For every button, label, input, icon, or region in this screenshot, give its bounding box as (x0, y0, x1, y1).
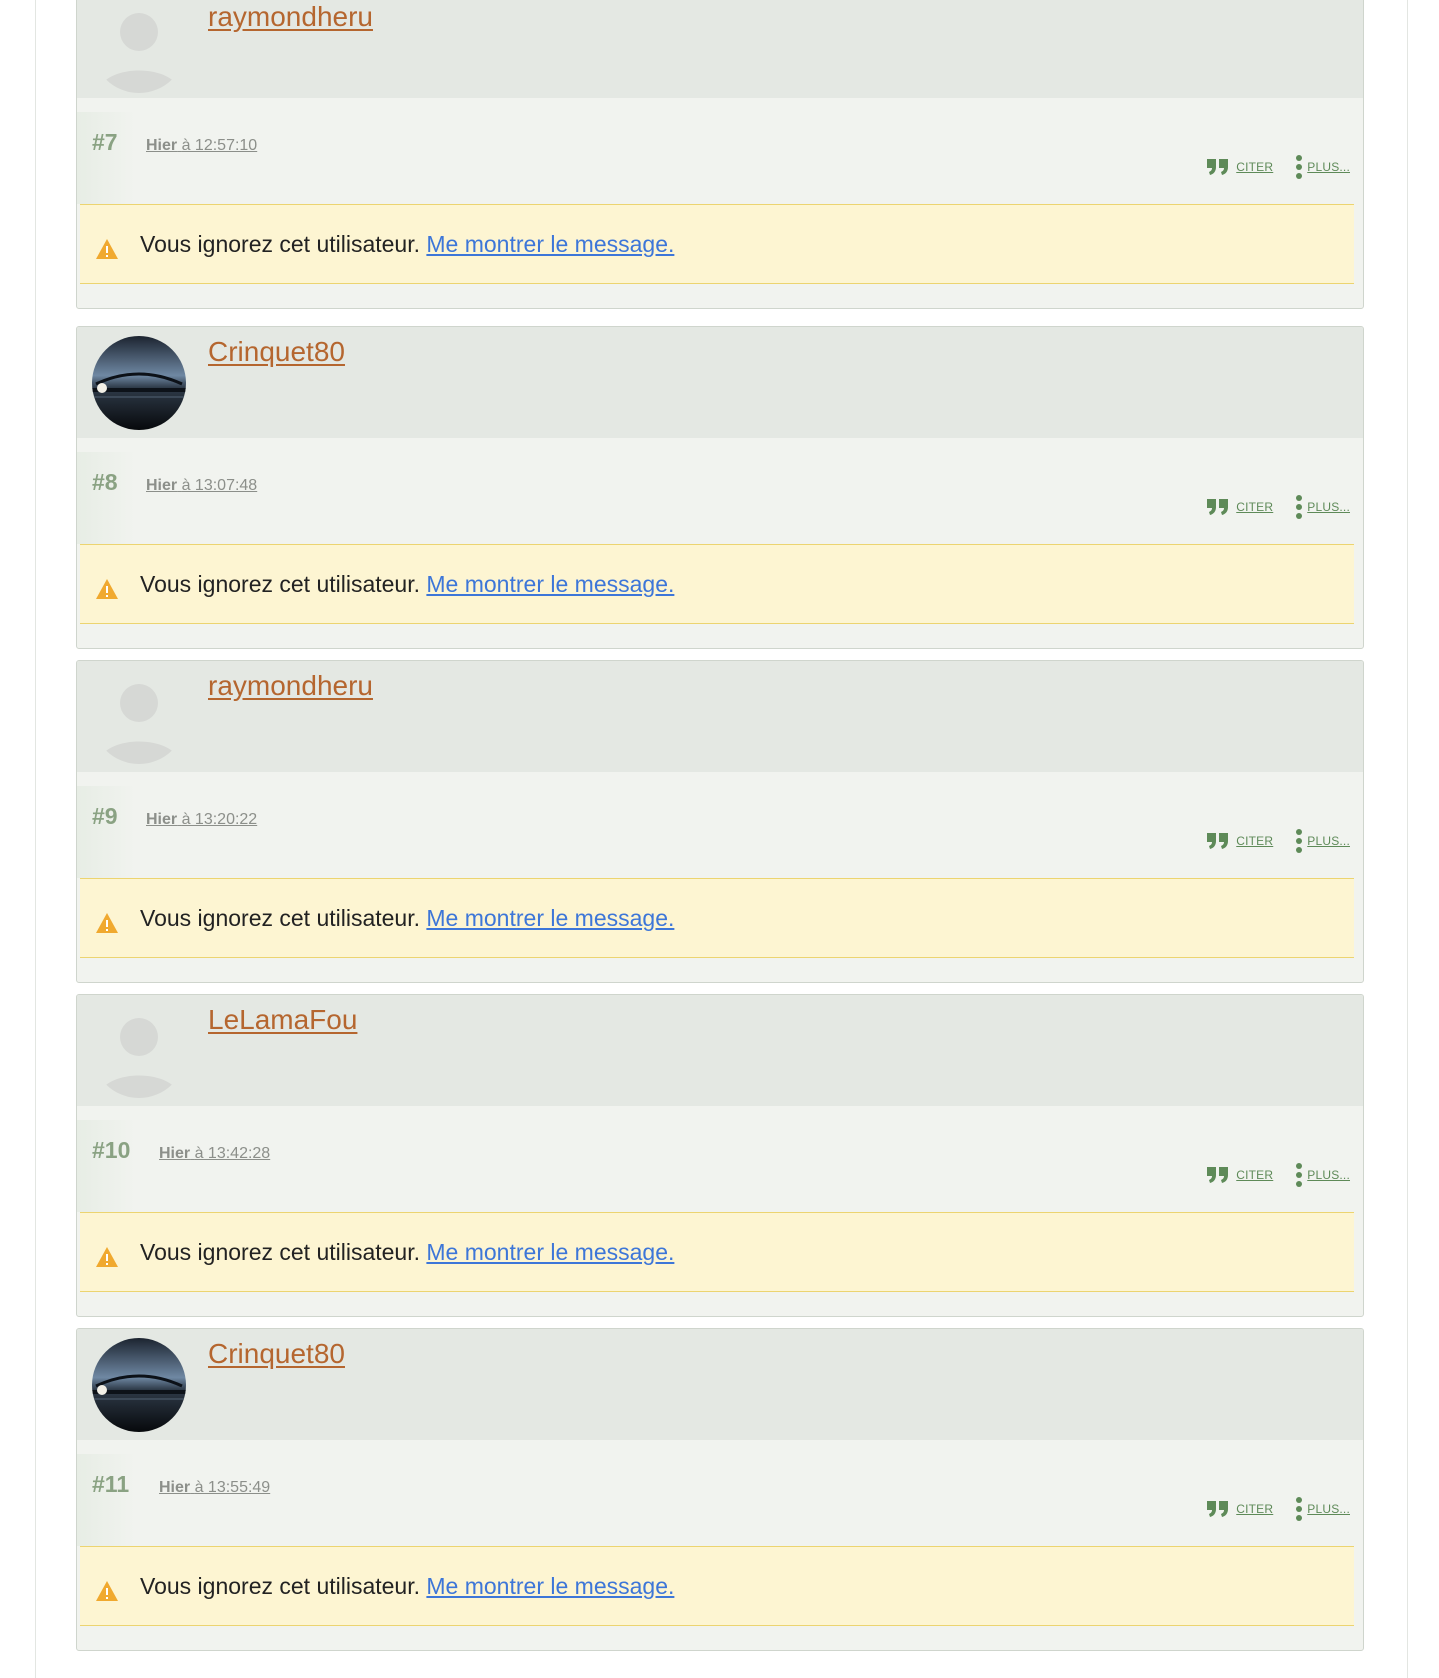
ignored-notice: Vous ignorez cet utilisateur. Me montrer… (80, 204, 1354, 284)
quote-icon (1207, 1501, 1229, 1517)
more-vertical-icon (1296, 1163, 1303, 1187)
post-number[interactable]: #7 (92, 128, 118, 156)
post-date-link[interactable]: Hier à 12:57:10 (146, 136, 257, 156)
quote-button[interactable]: CITER (1206, 1166, 1273, 1184)
quote-icon (1207, 499, 1229, 515)
username-link[interactable]: raymondheru (208, 0, 373, 34)
post-date-link[interactable]: Hier à 13:42:28 (159, 1144, 270, 1164)
username-link[interactable]: Crinquet80 (208, 335, 345, 369)
more-button[interactable]: PLUS... (1273, 494, 1350, 520)
more-vertical-icon (1296, 829, 1303, 853)
avatar-default[interactable] (92, 1004, 186, 1098)
more-vertical-icon (1296, 155, 1303, 179)
post-meta: #11 Hier à 13:55:49 CITER PLUS... (77, 1440, 1363, 1546)
post-actions: CITER PLUS... (1206, 1162, 1350, 1188)
quote-icon (1207, 833, 1229, 849)
post-meta: #7 Hier à 12:57:10 CITER PLUS... (77, 98, 1363, 204)
post-header: Crinquet80 (77, 1329, 1363, 1440)
warning-icon (96, 913, 118, 933)
post-actions: CITER PLUS... (1206, 494, 1350, 520)
ignored-notice: Vous ignorez cet utilisateur. Me montrer… (80, 1212, 1354, 1292)
post-number[interactable]: #11 (92, 1470, 129, 1498)
quote-button[interactable]: CITER (1206, 158, 1273, 176)
post-actions: CITER PLUS... (1206, 154, 1350, 180)
post: Crinquet80 #8 Hier à 13:07:48 CITER PLUS… (76, 326, 1364, 649)
avatar-default[interactable] (92, 670, 186, 764)
quote-button[interactable]: CITER (1206, 498, 1273, 516)
post: Crinquet80 #11 Hier à 13:55:49 CITER PLU… (76, 1328, 1364, 1651)
post-number[interactable]: #10 (92, 1136, 130, 1164)
ignored-notice-text: Vous ignorez cet utilisateur. (140, 1573, 420, 1599)
post-actions: CITER PLUS... (1206, 828, 1350, 854)
more-button[interactable]: PLUS... (1273, 1162, 1350, 1188)
quote-icon (1207, 1167, 1229, 1183)
post-date-link[interactable]: Hier à 13:20:22 (146, 810, 257, 830)
post-meta: #8 Hier à 13:07:48 CITER PLUS... (77, 438, 1363, 544)
post-date-link[interactable]: Hier à 13:07:48 (146, 476, 257, 496)
post-date-link[interactable]: Hier à 13:55:49 (159, 1478, 270, 1498)
post: LeLamaFou #10 Hier à 13:42:28 CITER PLUS… (76, 994, 1364, 1317)
post: raymondheru #7 Hier à 12:57:10 CITER PLU… (76, 0, 1364, 309)
post-header: raymondheru (77, 661, 1363, 772)
username-link[interactable]: raymondheru (208, 669, 373, 703)
show-message-link[interactable]: Me montrer le message. (426, 1239, 674, 1265)
post-number[interactable]: #8 (92, 468, 118, 496)
more-button[interactable]: PLUS... (1273, 1496, 1350, 1522)
warning-icon (96, 579, 118, 599)
post-header: raymondheru (77, 0, 1363, 98)
more-button[interactable]: PLUS... (1273, 154, 1350, 180)
quote-button[interactable]: CITER (1206, 832, 1273, 850)
show-message-link[interactable]: Me montrer le message. (426, 231, 674, 257)
show-message-link[interactable]: Me montrer le message. (426, 905, 674, 931)
ignored-notice: Vous ignorez cet utilisateur. Me montrer… (80, 1546, 1354, 1626)
warning-icon (96, 239, 118, 259)
avatar-default[interactable] (92, 0, 186, 93)
post-header: LeLamaFou (77, 995, 1363, 1106)
post: raymondheru #9 Hier à 13:20:22 CITER PLU… (76, 660, 1364, 983)
post-meta: #10 Hier à 13:42:28 CITER PLUS... (77, 1106, 1363, 1212)
more-vertical-icon (1296, 1497, 1303, 1521)
show-message-link[interactable]: Me montrer le message. (426, 571, 674, 597)
avatar-photo[interactable] (92, 1338, 186, 1432)
post-header: Crinquet80 (77, 327, 1363, 438)
ignored-notice-text: Vous ignorez cet utilisateur. (140, 905, 420, 931)
warning-icon (96, 1247, 118, 1267)
quote-icon (1207, 159, 1229, 175)
ignored-notice-text: Vous ignorez cet utilisateur. (140, 571, 420, 597)
more-button[interactable]: PLUS... (1273, 828, 1350, 854)
ignored-notice-text: Vous ignorez cet utilisateur. (140, 231, 420, 257)
ignored-notice: Vous ignorez cet utilisateur. Me montrer… (80, 544, 1354, 624)
ignored-notice-text: Vous ignorez cet utilisateur. (140, 1239, 420, 1265)
show-message-link[interactable]: Me montrer le message. (426, 1573, 674, 1599)
more-vertical-icon (1296, 495, 1303, 519)
username-link[interactable]: Crinquet80 (208, 1337, 345, 1371)
post-meta: #9 Hier à 13:20:22 CITER PLUS... (77, 772, 1363, 878)
username-link[interactable]: LeLamaFou (208, 1003, 357, 1037)
post-number[interactable]: #9 (92, 802, 118, 830)
post-actions: CITER PLUS... (1206, 1496, 1350, 1522)
quote-button[interactable]: CITER (1206, 1500, 1273, 1518)
avatar-photo[interactable] (92, 336, 186, 430)
warning-icon (96, 1581, 118, 1601)
ignored-notice: Vous ignorez cet utilisateur. Me montrer… (80, 878, 1354, 958)
